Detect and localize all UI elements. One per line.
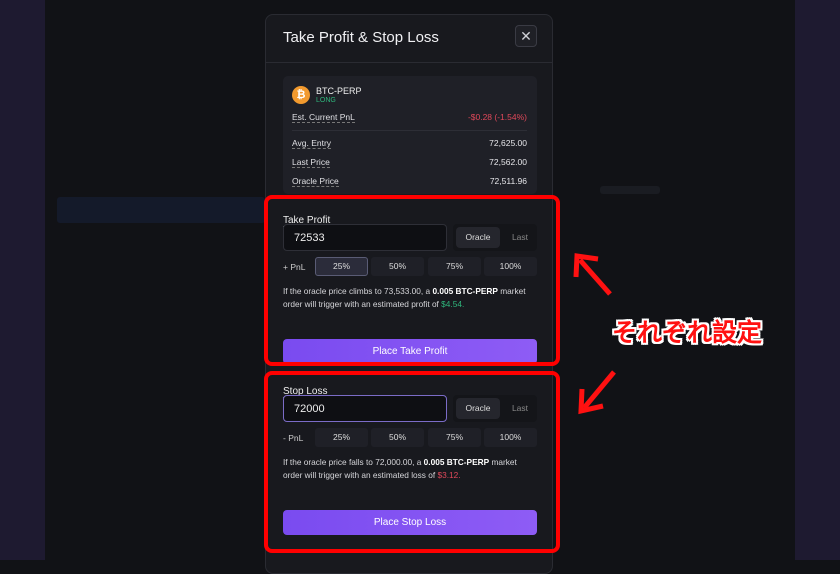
arrow-to-take-profit	[578, 258, 612, 296]
arrow-to-stop-loss	[582, 370, 616, 410]
annotation-arrows	[573, 253, 616, 415]
annotation-label: それぞれ設定	[612, 319, 763, 347]
